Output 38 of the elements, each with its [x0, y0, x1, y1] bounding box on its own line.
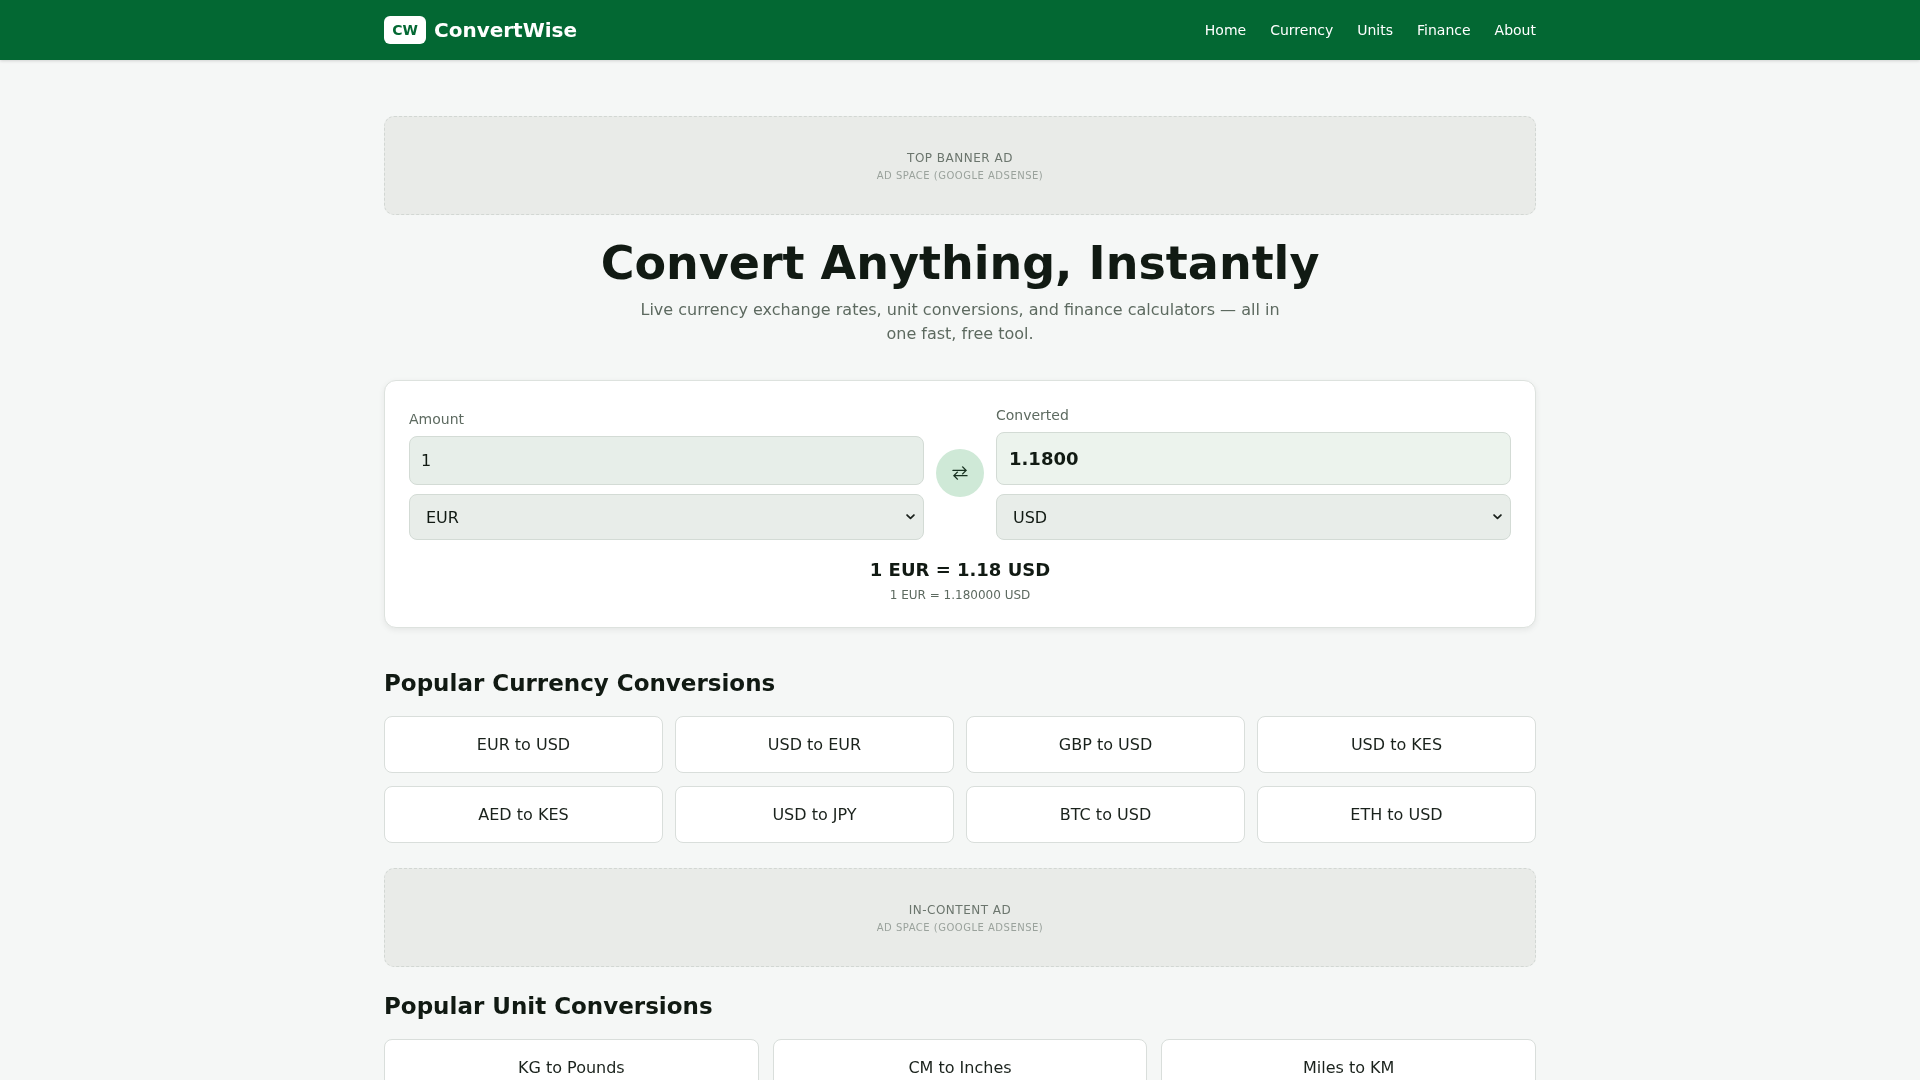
conversion-link[interactable]: Miles to KM: [1161, 1039, 1536, 1080]
exchange-rate: 1 EUR = 1.18 USD: [868, 558, 1052, 582]
to-currency-select[interactable]: USD: [996, 494, 1511, 540]
section-heading: Popular Unit Conversions: [384, 992, 714, 1021]
section-heading: Popular Currency Conversions: [384, 669, 777, 698]
ad-label: TOP BANNER AD: [907, 150, 1013, 165]
ad-note: AD SPACE (GOOGLE ADSENSE): [876, 921, 1044, 933]
conversion-link[interactable]: BTC to USD: [966, 786, 1245, 843]
conversion-link[interactable]: KG to Pounds: [384, 1039, 759, 1080]
nav-link[interactable]: Home: [1204, 22, 1247, 38]
page-title: Convert Anything, Instantly: [599, 235, 1321, 292]
conversion-link[interactable]: EUR to USD: [384, 716, 663, 773]
conversion-link[interactable]: AED to KES: [384, 786, 663, 843]
conversion-link[interactable]: USD to EUR: [675, 716, 954, 773]
conversion-link[interactable]: CM to Inches: [772, 1039, 1148, 1080]
conversion-link[interactable]: GBP to USD: [966, 716, 1245, 773]
nav-link[interactable]: Currency: [1270, 22, 1334, 38]
conversion-link[interactable]: USD to JPY: [675, 786, 954, 843]
page-subtitle: Live currency exchange rates, unit conversions, and finance calculators — all in one fast, free tool.: [639, 299, 1281, 345]
chevron-down-icon: [1493, 514, 1502, 520]
amount-label: Amount: [409, 410, 465, 429]
conversion-link[interactable]: ETH to USD: [1257, 786, 1536, 843]
amount-input[interactable]: 1: [409, 436, 924, 485]
conversion-link[interactable]: USD to KES: [1257, 716, 1536, 773]
converted-input[interactable]: 1.1800: [996, 432, 1511, 485]
logo-badge: CW: [384, 16, 426, 44]
exchange-rate-detail: 1 EUR = 1.180000 USD: [888, 587, 1032, 603]
ad-label: IN-CONTENT AD: [908, 902, 1012, 917]
swap-button[interactable]: [936, 448, 984, 497]
brand-name: ConvertWise: [434, 18, 578, 42]
nav-link[interactable]: Finance: [1417, 22, 1471, 38]
ad-note: AD SPACE (GOOGLE ADSENSE): [876, 169, 1044, 181]
converted-label: Converted: [996, 406, 1070, 425]
nav-link[interactable]: About: [1494, 22, 1536, 38]
from-currency-select[interactable]: EUR: [409, 494, 924, 540]
nav-link[interactable]: Units: [1357, 22, 1394, 38]
chevron-down-icon: [906, 514, 915, 520]
swap-arrows-icon: [952, 465, 968, 480]
